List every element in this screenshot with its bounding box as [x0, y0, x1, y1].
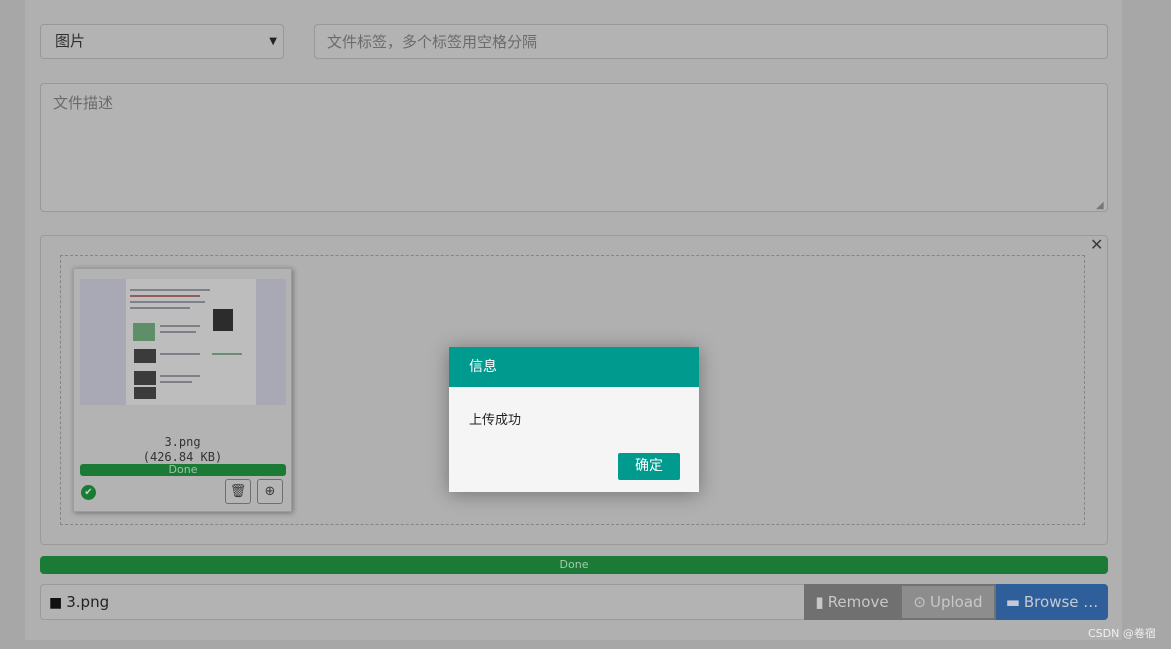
folder-open-icon: ▬ — [1005, 593, 1020, 611]
browse-button[interactable]: ▬ Browse … — [996, 584, 1108, 620]
file-caption: ■ 3.png — [40, 584, 804, 620]
dialog-message: 上传成功 — [469, 413, 522, 428]
resize-grip-icon[interactable]: ◢ — [1096, 200, 1104, 211]
upload-circle-icon: ⊙ — [913, 593, 926, 611]
zoom-file-button[interactable]: ⊕ — [257, 479, 283, 504]
thumbnail-filename: 3.png — [164, 435, 201, 449]
description-textarea[interactable] — [40, 83, 1108, 212]
remove-label: Remove — [827, 593, 889, 611]
trash-icon: 🗑 — [229, 484, 247, 499]
delete-file-button[interactable]: 🗑 — [225, 479, 251, 504]
upload-button[interactable]: ⊙ Upload — [900, 584, 996, 620]
zoom-in-icon: ⊕ — [264, 484, 276, 499]
category-select[interactable]: 图片 ▼ — [40, 24, 284, 59]
thumbnail-progress-bar: Done — [80, 464, 286, 476]
remove-button[interactable]: ▮ Remove — [804, 584, 900, 620]
trash-icon: ▮ — [815, 593, 824, 611]
watermark: CSDN @卷宿 — [1088, 627, 1156, 640]
close-icon[interactable]: ✕ — [1090, 235, 1103, 254]
file-caption-text: 3.png — [66, 593, 110, 611]
dialog-title: 信息 — [449, 347, 699, 387]
info-dialog: 信息 上传成功 确定 — [449, 347, 699, 492]
file-thumbnail-card: 3.png (426.84 KB) Done ✔ 🗑 ⊕ — [73, 268, 292, 512]
category-select-value: 图片 — [55, 32, 86, 50]
file-icon: ■ — [49, 595, 63, 611]
check-circle-icon: ✔ — [81, 485, 96, 500]
overall-progress-bar: Done — [40, 556, 1108, 574]
file-preview-image — [80, 279, 286, 405]
dialog-ok-button[interactable]: 确定 — [618, 453, 680, 480]
tags-input[interactable] — [314, 24, 1108, 59]
caret-down-icon: ▼ — [269, 36, 277, 47]
upload-label: Upload — [930, 593, 983, 611]
browse-label: Browse … — [1023, 593, 1099, 611]
thumbnail-filesize: (426.84 KB) — [142, 450, 223, 464]
